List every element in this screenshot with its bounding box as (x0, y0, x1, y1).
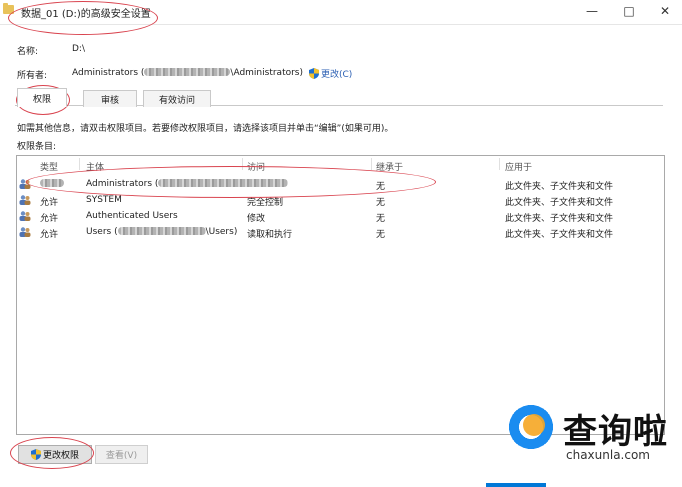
change-owner-link[interactable]: 更改(C) (309, 67, 352, 80)
owner-suffix: \Administrators) (230, 68, 304, 78)
annotation-circle (10, 437, 94, 469)
column-type[interactable]: 类型 (40, 160, 58, 173)
row-inherited: 无 (376, 230, 386, 240)
annotation-circle (26, 166, 436, 198)
tab-auditing[interactable]: 审核 (83, 90, 137, 107)
maximize-button[interactable]: □ (613, 0, 645, 22)
column-divider (79, 158, 80, 170)
principal-suffix: \Users) (205, 227, 238, 237)
ok-button-edge[interactable] (486, 483, 546, 487)
row-access: 修改 (247, 214, 266, 224)
row-type[interactable]: 允许 (40, 227, 58, 240)
row-principal[interactable]: SYSTEM (86, 195, 122, 205)
row-access: 读取和执行 (247, 230, 293, 240)
watermark-dot-icon (523, 414, 545, 436)
row-applies: 此文件夹、子文件夹和文件 (505, 214, 614, 224)
watermark-text: 查询啦 (563, 412, 668, 452)
tab-permissions[interactable]: 权限 (17, 88, 67, 107)
owner-prefix: Administrators ( (72, 68, 145, 78)
column-divider (371, 158, 372, 170)
row-applies: 此文件夹、子文件夹和文件 (505, 198, 614, 208)
hint-text: 如需其他信息，请双击权限项目。若要修改权限项目，请选择该项目并单击“编辑”(如果… (17, 124, 394, 134)
view-button[interactable]: 查看(V) (95, 445, 148, 464)
column-divider (499, 158, 500, 170)
entries-label: 权限条目: (17, 142, 57, 152)
redacted-blur (117, 227, 206, 235)
users-icon (19, 227, 31, 237)
name-label: 名称: (17, 47, 39, 57)
annotation-circle (8, 1, 158, 35)
row-inherited: 无 (376, 214, 386, 224)
watermark-url: chaxunla.com (566, 448, 650, 462)
name-value: D:\ (72, 44, 85, 54)
row-principal[interactable]: Authenticated Users (86, 211, 178, 221)
tab-effective-access[interactable]: 有效访问 (143, 90, 211, 107)
close-button[interactable]: ✕ (649, 0, 681, 22)
owner-value: Administrators ( \Administrators) (72, 68, 303, 78)
row-inherited: 无 (376, 198, 386, 208)
column-applies[interactable]: 应用于 (505, 160, 532, 173)
users-icon (19, 211, 31, 221)
row-principal[interactable]: Users ( \Users) (86, 227, 237, 237)
row-type[interactable]: 允许 (40, 211, 58, 224)
uac-shield-icon (309, 68, 319, 79)
redacted-blur (144, 68, 231, 76)
users-icon (19, 195, 31, 205)
row-type[interactable]: 允许 (40, 195, 58, 208)
principal-text: Users ( (86, 227, 118, 237)
row-applies: 此文件夹、子文件夹和文件 (505, 230, 614, 240)
minimize-button[interactable]: — (576, 0, 608, 22)
owner-label: 所有者: (17, 71, 48, 81)
change-owner-text: 更改(C) (321, 70, 353, 80)
row-applies: 此文件夹、子文件夹和文件 (505, 182, 614, 192)
